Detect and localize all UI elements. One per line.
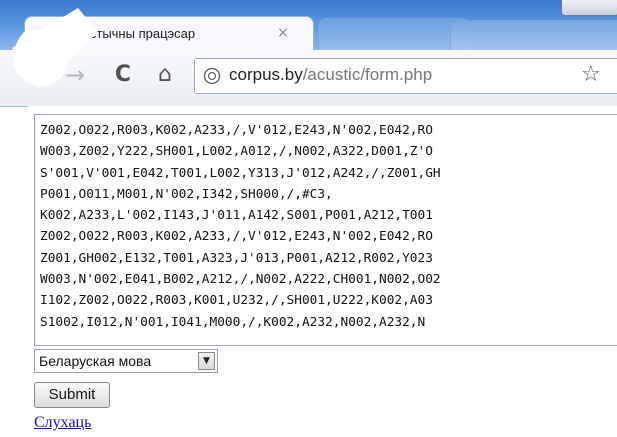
page-icon: [203, 67, 221, 85]
url-text: corpus.by/acustic/form.php: [229, 65, 432, 85]
language-select-value: Беларуская мова: [39, 353, 152, 369]
background-tab[interactable]: [318, 18, 470, 50]
textarea-line: S'001,V'001,E042,T001,L002,Y313,J'012,A2…: [40, 165, 441, 181]
close-icon[interactable]: ×: [275, 25, 291, 41]
textarea-line: Z002,O022,R003,K002,A233,/,V'012,E243,N'…: [40, 229, 433, 245]
textarea-line: K002,A233,L'002,I143,J'011,A142,S001,P00…: [40, 208, 441, 224]
reload-icon[interactable]: C: [108, 60, 138, 90]
address-bar[interactable]: corpus.by/acustic/form.php ☆: [194, 58, 617, 94]
textarea-line: Z001,GH002,E132,T001,A323,J'013,P001,A21…: [40, 250, 433, 266]
browser-chrome: Акустычны працэсар × ← → C ⌂ corpus.by/a…: [0, 0, 617, 107]
textarea-line: Z002,O022,R003,K002,A233,/,V'012,E243,N'…: [40, 123, 433, 138]
browser-toolbar: ← → C ⌂ corpus.by/acustic/form.php ☆: [0, 50, 617, 107]
textarea-line: S1002,I012,N'001,I041,M000,/,K002,A232,N…: [40, 314, 426, 330]
back-arrow-icon[interactable]: ←: [24, 60, 54, 90]
language-select[interactable]: Беларуская мова ▼: [34, 349, 218, 373]
home-icon[interactable]: ⌂: [150, 60, 180, 90]
url-domain: corpus.by: [229, 65, 303, 84]
url-path: /acustic/form.php: [302, 65, 433, 84]
textarea-content: Z002,O022,R003,K002,A233,/,V'012,E243,N'…: [40, 120, 441, 333]
page-favicon-icon: [43, 27, 59, 43]
forward-arrow-icon[interactable]: →: [60, 60, 90, 90]
textarea-line: W003,N'002,E041,B002,A212,/,N002,A222,CH…: [40, 272, 441, 288]
page-content: Z002,O022,R003,K002,A233,/,V'012,E243,N'…: [28, 106, 617, 437]
submit-button[interactable]: Submit: [34, 382, 110, 408]
background-tab[interactable]: [450, 20, 617, 50]
tab-title: Акустычны працэсар: [69, 26, 196, 41]
phonetic-textarea[interactable]: Z002,O022,R003,K002,A233,/,V'012,E243,N'…: [34, 114, 617, 346]
textarea-line: W003,Z002,Y222,SH001,L002,A012,/,N002,A3…: [40, 144, 433, 160]
window-control-button[interactable]: [561, 0, 617, 16]
active-tab[interactable]: Акустычны працэсар ×: [24, 16, 314, 50]
dropdown-arrow-icon[interactable]: ▼: [198, 352, 215, 370]
textarea-line: P001,O011,M001,N'002,I342,SH000,/,#C3,: [40, 186, 333, 202]
listen-link[interactable]: Слухаць: [34, 414, 91, 432]
bookmark-star-icon[interactable]: ☆: [581, 62, 601, 87]
textarea-line: I102,Z002,O022,R003,K001,U232,/,SH001,U2…: [40, 293, 433, 309]
tab-strip: Акустычны працэсар ×: [0, 0, 617, 50]
